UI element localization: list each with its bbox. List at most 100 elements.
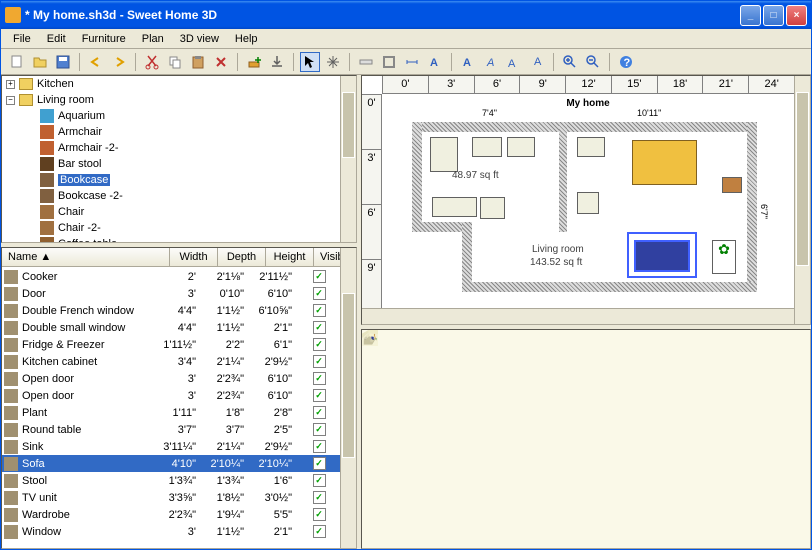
- zoom-out-button[interactable]: [583, 52, 603, 72]
- tree-item[interactable]: Bar stool: [58, 158, 101, 170]
- tree-node-kitchen[interactable]: Kitchen: [37, 78, 74, 90]
- plan-furniture[interactable]: [432, 197, 477, 217]
- table-row[interactable]: Open door3'2'2¾"6'10"✓: [2, 370, 340, 387]
- table-row[interactable]: Sink3'11¼"2'1¼"2'9½"✓: [2, 438, 340, 455]
- tree-scrollbar[interactable]: [340, 76, 356, 242]
- visible-checkbox[interactable]: ✓: [313, 474, 326, 487]
- menu-3dview[interactable]: 3D view: [172, 31, 227, 47]
- tree-item[interactable]: Chair: [58, 206, 84, 218]
- table-scrollbar[interactable]: [340, 248, 356, 548]
- visible-checkbox[interactable]: ✓: [313, 287, 326, 300]
- visible-checkbox[interactable]: ✓: [313, 423, 326, 436]
- delete-button[interactable]: [211, 52, 231, 72]
- visible-checkbox[interactable]: ✓: [313, 508, 326, 521]
- paste-button[interactable]: [188, 52, 208, 72]
- minimize-button[interactable]: _: [740, 5, 761, 26]
- visible-checkbox[interactable]: ✓: [313, 440, 326, 453]
- visible-checkbox[interactable]: ✓: [313, 304, 326, 317]
- zoom-in-button[interactable]: [560, 52, 580, 72]
- text-size-dec-button[interactable]: A: [527, 52, 547, 72]
- table-row[interactable]: Double small window4'4"1'1½"2'1"✓: [2, 319, 340, 336]
- table-row[interactable]: Plant1'11"1'8"2'8"✓: [2, 404, 340, 421]
- text-italic-button[interactable]: A: [481, 52, 501, 72]
- visible-checkbox[interactable]: ✓: [313, 321, 326, 334]
- menu-file[interactable]: File: [5, 31, 39, 47]
- new-button[interactable]: [7, 52, 27, 72]
- col-header-depth[interactable]: Depth: [218, 248, 266, 266]
- col-header-width[interactable]: Width: [170, 248, 218, 266]
- help-button[interactable]: ?: [616, 52, 636, 72]
- table-row[interactable]: Double French window4'4"1'1½"6'10⅝"✓: [2, 302, 340, 319]
- furniture-catalog-tree[interactable]: + Kitchen − Living room Aquarium Armchair Ar…: [1, 75, 357, 243]
- table-row[interactable]: Cooker2'2'1⅛"2'11½"✓: [2, 268, 340, 285]
- visible-checkbox[interactable]: ✓: [313, 372, 326, 385]
- plan-furniture[interactable]: [480, 197, 505, 219]
- tree-item[interactable]: Bookcase -2-: [58, 190, 123, 202]
- table-row[interactable]: Window3'1'1½"2'1"✓: [2, 523, 340, 540]
- tree-item[interactable]: Chair -2-: [58, 222, 101, 234]
- open-button[interactable]: [30, 52, 50, 72]
- plan-sofa-selected[interactable]: [634, 240, 690, 272]
- cut-button[interactable]: [142, 52, 162, 72]
- add-furniture-button[interactable]: [244, 52, 264, 72]
- plan-furniture[interactable]: [472, 137, 502, 157]
- tree-item[interactable]: Aquarium: [58, 110, 105, 122]
- col-header-name[interactable]: Name ▲: [2, 248, 170, 266]
- visible-checkbox[interactable]: ✓: [313, 270, 326, 283]
- tree-node-living-room[interactable]: Living room: [37, 94, 94, 106]
- plan-furniture[interactable]: [430, 137, 458, 172]
- tree-item[interactable]: Bookcase: [58, 174, 110, 186]
- visible-checkbox[interactable]: ✓: [313, 338, 326, 351]
- table-row[interactable]: Wardrobe2'2¾"1'9¼"5'5"✓: [2, 506, 340, 523]
- plan-view[interactable]: 0'3'6'9'12'15'18'21'24' 0'3'6'9' My home…: [361, 75, 811, 325]
- close-button[interactable]: ×: [786, 5, 807, 26]
- visible-checkbox[interactable]: ✓: [313, 491, 326, 504]
- menu-furniture[interactable]: Furniture: [74, 31, 134, 47]
- table-row[interactable]: Round table3'7"3'7"2'5"✓: [2, 421, 340, 438]
- plan-furniture[interactable]: [577, 192, 599, 214]
- table-row[interactable]: Sofa4'10"2'10¼"2'10¼"✓: [2, 455, 340, 472]
- import-button[interactable]: [267, 52, 287, 72]
- dimension-tool[interactable]: [402, 52, 422, 72]
- tree-item[interactable]: Armchair: [58, 126, 102, 138]
- visible-checkbox[interactable]: ✓: [313, 525, 326, 538]
- copy-button[interactable]: [165, 52, 185, 72]
- visible-checkbox[interactable]: ✓: [313, 389, 326, 402]
- 3d-view[interactable]: [361, 329, 811, 549]
- plan-vscrollbar[interactable]: [794, 76, 810, 324]
- room-tool[interactable]: [379, 52, 399, 72]
- plan-bed[interactable]: [632, 140, 697, 185]
- plan-hscrollbar[interactable]: [362, 308, 794, 324]
- table-row[interactable]: Door3'0'10"6'10"✓: [2, 285, 340, 302]
- select-tool[interactable]: [300, 52, 320, 72]
- pan-tool[interactable]: [323, 52, 343, 72]
- tree-item[interactable]: Coffee table: [58, 238, 117, 243]
- text-bold-button[interactable]: A: [458, 52, 478, 72]
- tree-item[interactable]: Armchair -2-: [58, 142, 119, 154]
- menu-edit[interactable]: Edit: [39, 31, 74, 47]
- visible-checkbox[interactable]: ✓: [313, 457, 326, 470]
- visible-checkbox[interactable]: ✓: [313, 406, 326, 419]
- table-row[interactable]: Fridge & Freezer1'11½"2'2"6'1"✓: [2, 336, 340, 353]
- text-size-inc-button[interactable]: A: [504, 52, 524, 72]
- tree-expand-icon[interactable]: +: [6, 80, 15, 89]
- plan-furniture[interactable]: [507, 137, 535, 157]
- maximize-button[interactable]: □: [763, 5, 784, 26]
- redo-button[interactable]: [109, 52, 129, 72]
- table-row[interactable]: Kitchen cabinet3'4"2'1¼"2'9½"✓: [2, 353, 340, 370]
- menu-plan[interactable]: Plan: [134, 31, 172, 47]
- visible-checkbox[interactable]: ✓: [313, 355, 326, 368]
- wall-tool[interactable]: [356, 52, 376, 72]
- text-tool[interactable]: A: [425, 52, 445, 72]
- plan-plant[interactable]: ✿: [712, 240, 736, 274]
- table-row[interactable]: Open door3'2'2¾"6'10"✓: [2, 387, 340, 404]
- table-row[interactable]: Stool1'3¾"1'3¾"1'6"✓: [2, 472, 340, 489]
- table-row[interactable]: TV unit3'3⅝"1'8½"3'0½"✓: [2, 489, 340, 506]
- col-header-height[interactable]: Height: [266, 248, 314, 266]
- save-button[interactable]: [53, 52, 73, 72]
- tree-collapse-icon[interactable]: −: [6, 96, 15, 105]
- plan-furniture[interactable]: [722, 177, 742, 193]
- menu-help[interactable]: Help: [227, 31, 266, 47]
- furniture-table[interactable]: Name ▲ Width Depth Height Visible Cooker…: [1, 247, 357, 549]
- plan-furniture[interactable]: [577, 137, 605, 157]
